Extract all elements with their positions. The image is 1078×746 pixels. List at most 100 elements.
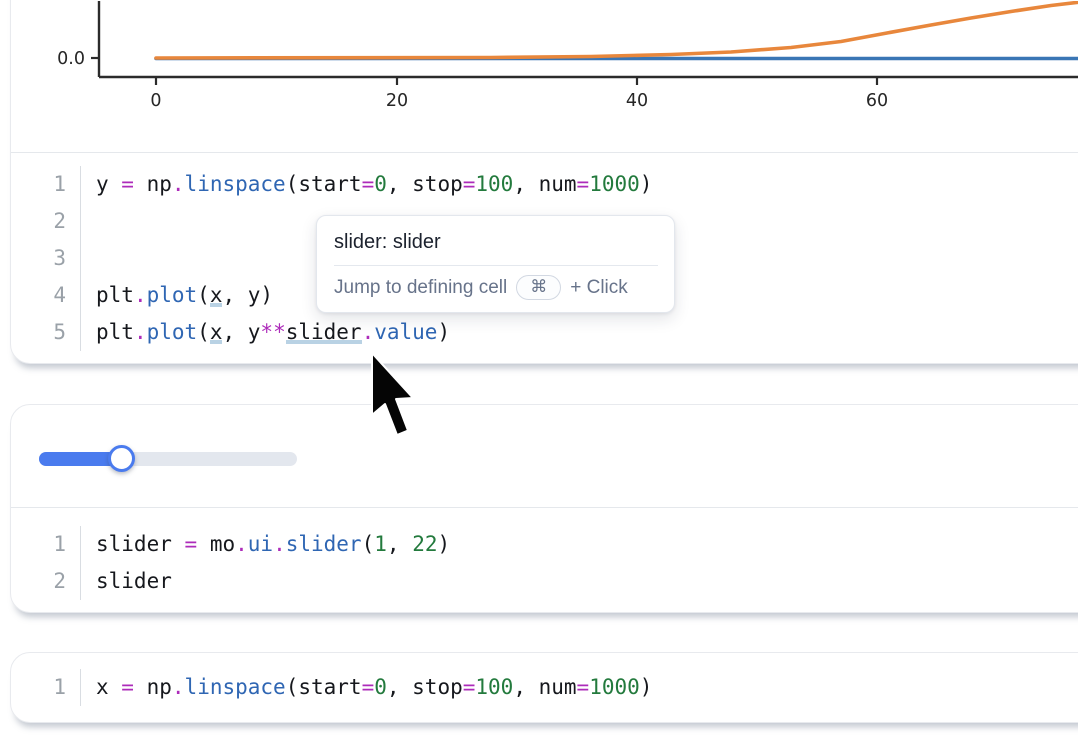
code-token: , stop (387, 675, 463, 699)
line-number: 2 (11, 563, 66, 600)
code-line[interactable]: slider (96, 563, 450, 600)
code-token: np (134, 675, 172, 699)
line-number: 1 (11, 526, 66, 563)
svg-text:40: 40 (626, 91, 648, 111)
line-number: 2 (11, 203, 66, 240)
code-token: . (362, 320, 375, 344)
code-token: 22 (412, 532, 437, 556)
tooltip-divider (334, 265, 658, 266)
code-token: (start (286, 675, 362, 699)
variable-link-x[interactable]: x (210, 320, 223, 344)
matplotlib-plot: 0.0 0 20 40 60 (11, 1, 1078, 154)
code-token: = (362, 172, 375, 196)
code-token: = (121, 172, 134, 196)
command-key-icon: ⌘ (516, 275, 561, 300)
code-token: np (134, 172, 172, 196)
slider-input[interactable] (39, 452, 297, 466)
code-line[interactable]: plt.plot(x, y**slider.value) (96, 314, 652, 351)
code-token: ) (437, 320, 450, 344)
code-token: y (96, 172, 121, 196)
marimo-notebook-page: 0.00204060 12345 y = np.linspace(start=0… (0, 0, 1078, 746)
code-token: = (463, 172, 476, 196)
cell-output-plot: 0.0 0 20 40 60 (11, 0, 1078, 153)
svg-text:60: 60 (866, 91, 888, 111)
line-number: 3 (11, 240, 66, 277)
tooltip-action-row: Jump to defining cell ⌘ + Click (334, 275, 658, 300)
code-source[interactable]: x = np.linspace(start=0, stop=100, num=1… (81, 669, 652, 706)
code-token: , y (222, 320, 260, 344)
tooltip-action-label: Jump to defining cell (334, 277, 507, 299)
code-token: , y) (222, 283, 273, 307)
code-token: x (96, 675, 121, 699)
code-token: 100 (475, 675, 513, 699)
code-token: . (172, 172, 185, 196)
code-token: mo (197, 532, 235, 556)
code-token: , stop (387, 172, 463, 196)
code-token: , (387, 532, 412, 556)
code-token: 1000 (589, 675, 640, 699)
svg-text:0.0: 0.0 (57, 49, 85, 69)
code-editor[interactable]: 12 slider = mo.ui.slider(1, 22)slider (11, 508, 1078, 612)
code-token: linspace (185, 675, 286, 699)
cell-output-slider (11, 405, 1078, 508)
line-number-gutter: 12 (11, 526, 81, 600)
code-token: slider (96, 532, 185, 556)
tooltip-title: slider: slider (334, 229, 658, 255)
slider-handle[interactable] (108, 445, 135, 472)
code-token: (start (286, 172, 362, 196)
code-token: plt (96, 283, 134, 307)
code-token: , num (513, 675, 576, 699)
code-token: plot (147, 320, 198, 344)
svg-text:0: 0 (150, 91, 161, 111)
code-token: = (577, 172, 590, 196)
code-token: = (121, 675, 134, 699)
code-token: . (172, 675, 185, 699)
code-token: linspace (185, 172, 286, 196)
code-source[interactable]: slider = mo.ui.slider(1, 22)slider (81, 526, 450, 600)
line-number: 4 (11, 277, 66, 314)
code-token: 1 (374, 532, 387, 556)
svg-text:20: 20 (386, 91, 408, 111)
variable-tooltip: slider: slider Jump to defining cell ⌘ +… (316, 215, 675, 313)
line-number: 1 (11, 669, 66, 706)
line-number: 1 (11, 166, 66, 203)
code-token: = (185, 532, 198, 556)
code-token: = (362, 675, 375, 699)
code-token: 0 (374, 172, 387, 196)
notebook-cell-x: 1 x = np.linspace(start=0, stop=100, num… (10, 652, 1078, 723)
code-token: 1000 (589, 172, 640, 196)
code-editor[interactable]: 1 x = np.linspace(start=0, stop=100, num… (11, 653, 1078, 721)
code-token: slider (96, 569, 172, 593)
code-token: 100 (475, 172, 513, 196)
variable-link-slider[interactable]: slider (286, 320, 362, 344)
code-token: . (273, 532, 286, 556)
code-line[interactable]: y = np.linspace(start=0, stop=100, num=1… (96, 166, 652, 203)
line-number-gutter: 1 (11, 669, 81, 706)
code-line[interactable]: slider = mo.ui.slider(1, 22) (96, 526, 450, 563)
code-token: = (577, 675, 590, 699)
code-token: plot (147, 283, 198, 307)
code-token: 0 (374, 675, 387, 699)
code-token: . (134, 283, 147, 307)
code-token: . (235, 532, 248, 556)
code-token: . (134, 320, 147, 344)
code-token: ( (197, 283, 210, 307)
variable-link-x[interactable]: x (210, 283, 223, 307)
code-token: ) (640, 172, 653, 196)
line-number: 5 (11, 314, 66, 351)
code-token: ( (197, 320, 210, 344)
code-token: , num (513, 172, 576, 196)
code-token: ( (362, 532, 375, 556)
code-token: slider (286, 532, 362, 556)
code-token: plt (96, 320, 134, 344)
line-number-gutter: 12345 (11, 166, 81, 351)
tooltip-suffix-label: + Click (570, 277, 628, 299)
code-line[interactable]: x = np.linspace(start=0, stop=100, num=1… (96, 669, 652, 706)
code-token: ) (437, 532, 450, 556)
code-token: ui (248, 532, 273, 556)
code-token: value (374, 320, 437, 344)
notebook-cell-slider: 12 slider = mo.ui.slider(1, 22)slider (10, 404, 1078, 613)
code-token: = (463, 675, 476, 699)
code-token: ) (640, 675, 653, 699)
code-token: ** (260, 320, 285, 344)
